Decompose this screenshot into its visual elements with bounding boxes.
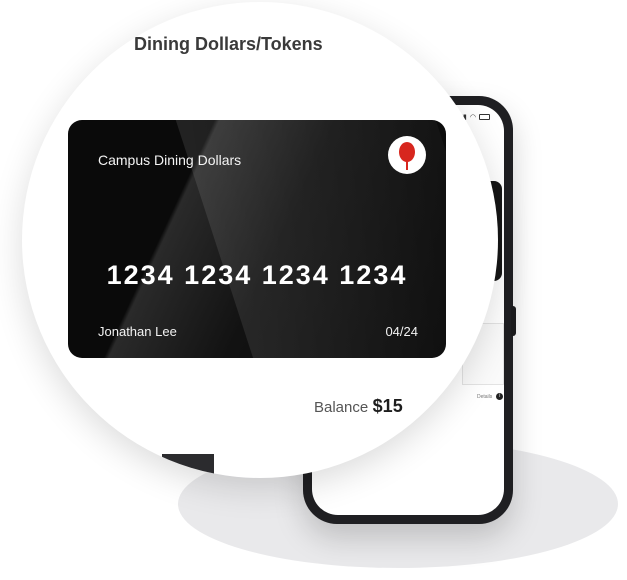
spoon-icon [388,136,426,174]
phone-side-button [511,306,516,336]
balance-row: Balance $15 [314,396,403,417]
spoon-handle [406,160,408,170]
card-holder-name: Jonathan Lee [98,324,177,339]
balance-label: Balance [314,399,369,416]
card-name: Campus Dining Dollars [98,152,242,168]
magnified-dark-edge [162,454,214,478]
phone-detail-text: Details [477,393,493,400]
info-icon[interactable]: i [496,393,504,400]
wifi-icon: ◠ [469,114,476,121]
card-number: 1234 1234 1234 1234 [106,260,408,290]
page-title: Dining Dollars/Tokens [134,34,323,54]
battery-icon [479,114,490,120]
spoon-bowl [399,142,415,162]
balance-value: $15 [372,396,403,416]
card-expiry: 04/24 [385,324,418,339]
dining-card[interactable]: Campus Dining Dollars 1234 1234 1234 123… [68,120,446,358]
spoon-logo-svg [399,142,415,170]
magnifier-lens: Dining Dollars/Tokens Campus Dining Doll… [22,2,498,478]
phone-detail-row[interactable]: Details i [477,393,504,400]
